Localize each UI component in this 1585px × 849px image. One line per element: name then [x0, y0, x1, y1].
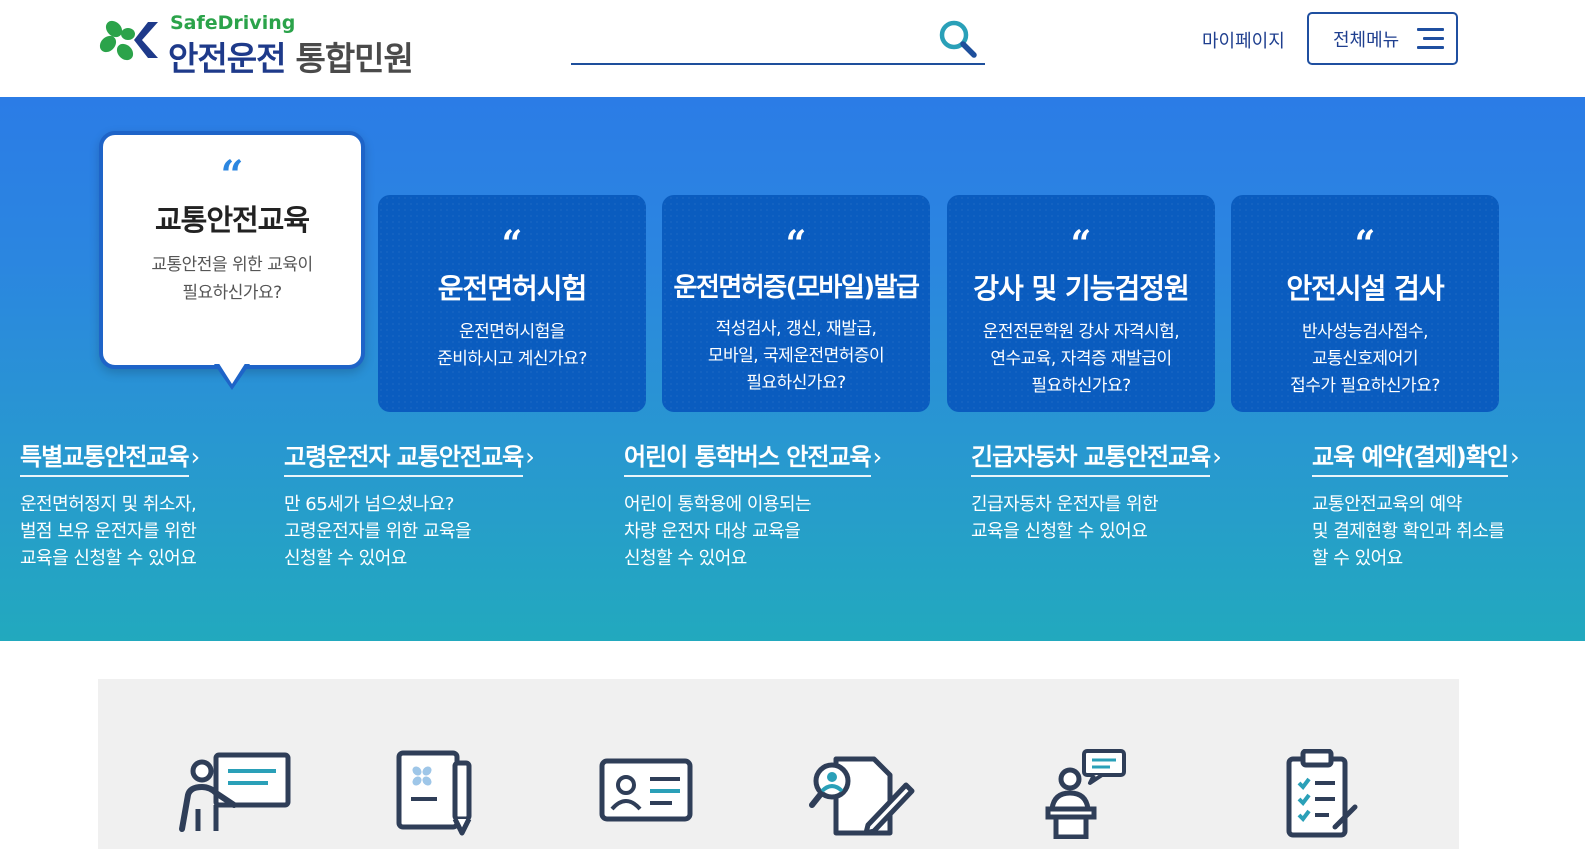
card-title: 교통안전교육 [154, 203, 310, 237]
card-title: 운전면허증(모바일)발급 [673, 273, 920, 303]
all-menu-button[interactable]: 전체메뉴 [1307, 12, 1458, 65]
card-description: 반사성능검사접수, 교통신호제어기 접수가 필요하신가요? [1290, 322, 1440, 396]
card-description: 운전전문학원 강사 자격시험, 연수교육, 자격증 재발급이 필요하신가요? [982, 322, 1180, 396]
card-safety-facility-inspection[interactable]: “ 안전시설 검사 반사성능검사접수, 교통신호제어기 접수가 필요하신가요? [1231, 195, 1499, 412]
logo-title-gray: 통합민원 [295, 39, 413, 78]
quote-icon: “ [220, 152, 244, 199]
search-document-icon[interactable] [808, 749, 918, 843]
sub-link-emergency-vehicle-education: 긴급자동차 교통안전교육› 긴급자동차 운전자를 위한 교육을 신청할 수 있어… [971, 437, 1222, 545]
sub-link-title[interactable]: 고령운전자 교통안전교육 [284, 437, 524, 477]
logo-title: 안전운전 통합민원 [168, 32, 414, 80]
speech-tail-inner [218, 362, 246, 384]
card-license-issue[interactable]: “ 운전면허증(모바일)발급 적성검사, 갱신, 재발급, 모바일, 국제운전면… [662, 195, 930, 412]
sub-link-title[interactable]: 어린이 통학버스 안전교육 [624, 437, 872, 477]
chevron-right-icon[interactable]: › [191, 443, 201, 471]
sub-link-description: 교통안전교육의 예약 및 결제현황 확인과 취소를 할 수 있어요 [1312, 494, 1505, 569]
sub-link-title[interactable]: 특별교통안전교육 [20, 437, 190, 477]
quote-icon: “ [1354, 223, 1376, 265]
search-icon [939, 20, 977, 58]
sub-link-description: 어린이 통학용에 이용되는 차량 운전자 대상 교육을 신청할 수 있어요 [624, 494, 812, 569]
checklist-icon[interactable] [1283, 748, 1363, 843]
sub-link-description: 만 65세가 넘으셨나요? 고령운전자를 위한 교육을 신청할 수 있어요 [284, 494, 472, 569]
card-title: 안전시설 검사 [1286, 272, 1444, 305]
search-bar [571, 14, 985, 65]
document-pen-icon[interactable] [393, 749, 483, 843]
chevron-right-icon[interactable]: › [873, 443, 883, 471]
search-button[interactable] [937, 18, 979, 60]
site-logo[interactable]: SafeDriving 안전운전 통합민원 [98, 12, 446, 78]
card-instructor-examiner[interactable]: “ 강사 및 기능검정원 운전전문학원 강사 자격시험, 연수교육, 자격증 재… [947, 195, 1215, 412]
chevron-right-icon[interactable]: › [1212, 443, 1222, 471]
card-description-text: 교통안전을 위한 교육이 필요하신가요? [151, 255, 313, 303]
sub-link-reservation-check: 교육 예약(결제)확인› 교통안전교육의 예약 및 결제현황 확인과 취소를 할… [1312, 437, 1520, 572]
logo-mark-icon [98, 14, 160, 70]
card-description: 교통안전을 위한 교육이 필요하신가요? [103, 251, 361, 307]
sub-link-description: 긴급자동차 운전자를 위한 교육을 신청할 수 있어요 [971, 494, 1159, 542]
card-traffic-safety-education[interactable]: “ 교통안전교육 교통안전을 위한 교육이 필요하신가요? [99, 131, 365, 369]
lecture-icon[interactable] [176, 749, 296, 843]
sub-link-school-bus-education: 어린이 통학버스 안전교육› 어린이 통학용에 이용되는 차량 운전자 대상 교… [624, 437, 882, 572]
logo-subtitle: SafeDriving [170, 12, 296, 34]
hero-section: “ 교통안전교육 교통안전을 위한 교육이 필요하신가요? “ 운전면허시험 운… [0, 97, 1585, 641]
quote-icon: “ [785, 223, 807, 265]
card-description: 운전면허시험을 준비하시고 계신가요? [437, 322, 587, 369]
all-menu-label: 전체메뉴 [1333, 29, 1400, 51]
quote-icon: “ [1070, 223, 1092, 265]
chevron-right-icon[interactable]: › [1510, 443, 1520, 471]
sub-link-title[interactable]: 긴급자동차 교통안전교육 [971, 437, 1211, 477]
quick-menu-section [98, 679, 1459, 849]
quote-icon: “ [501, 223, 523, 265]
card-title: 강사 및 기능검정원 [973, 272, 1190, 305]
search-input[interactable] [571, 14, 931, 62]
card-license-exam[interactable]: “ 운전면허시험 운전면허시험을 준비하시고 계신가요? [378, 195, 646, 412]
card-description: 적성검사, 갱신, 재발급, 모바일, 국제운전면허증이 필요하신가요? [707, 319, 885, 393]
hamburger-icon [1417, 28, 1444, 50]
speaker-podium-icon[interactable] [1040, 749, 1130, 843]
sub-link-senior-driver-education: 고령운전자 교통안전교육› 만 65세가 넘으셨나요? 고령운전자를 위한 교육… [284, 437, 535, 572]
logo-title-main: 안전운전 [168, 39, 286, 78]
mypage-link[interactable]: 마이페이지 [1202, 27, 1285, 53]
card-title: 운전면허시험 [437, 272, 588, 305]
sub-link-description: 운전면허정지 및 취소자, 벌점 보유 운전자를 위한 교육을 신청할 수 있어… [20, 494, 197, 569]
id-card-icon[interactable] [598, 749, 698, 843]
site-header: SafeDriving 안전운전 통합민원 마이페이지 전체메뉴 [0, 0, 1585, 97]
sub-link-special-education: 특별교통안전교육› 운전면허정지 및 취소자, 벌점 보유 운전자를 위한 교육… [20, 437, 200, 572]
chevron-right-icon[interactable]: › [525, 443, 535, 471]
sub-link-title[interactable]: 교육 예약(결제)확인 [1312, 437, 1509, 477]
